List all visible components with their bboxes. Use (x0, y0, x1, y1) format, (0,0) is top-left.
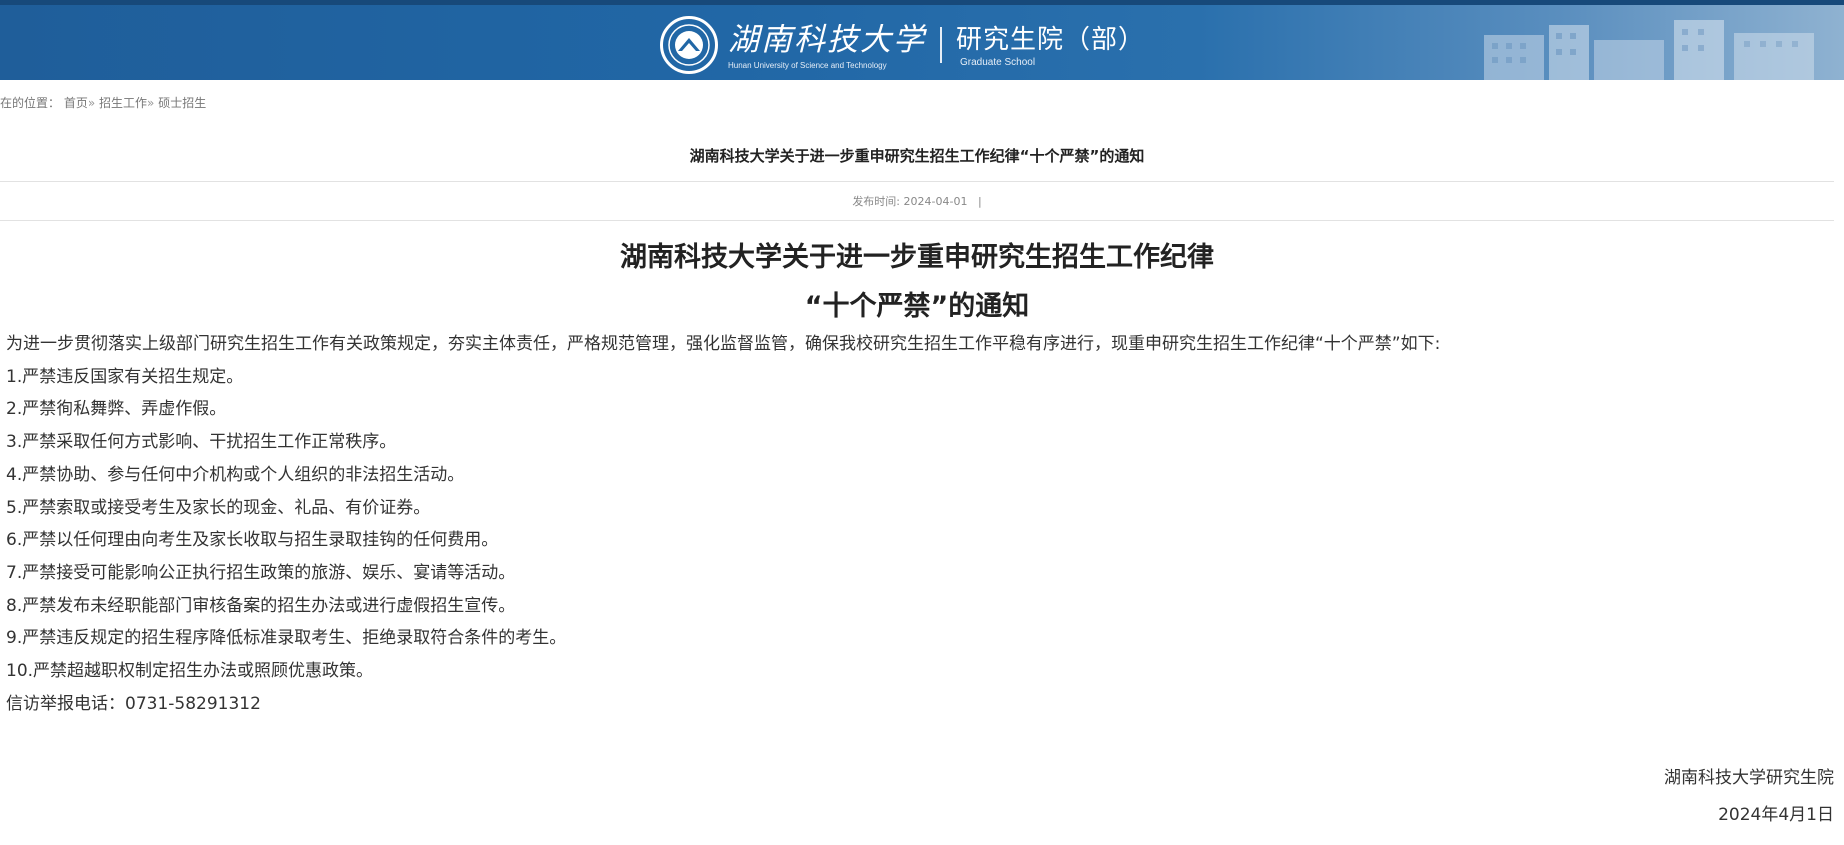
brand-divider (940, 27, 942, 63)
rule-item: 1.严禁违反国家有关招生规定。 (6, 366, 244, 387)
breadcrumb-prefix: 在的位置： (0, 96, 61, 110)
article-title: 湖南科技大学关于进一步重申研究生招生工作纪律“十个严禁”的通知 (689, 147, 1145, 165)
school-name-en: Hunan University of Science and Technolo… (728, 60, 887, 70)
breadcrumb-home-link[interactable]: 首页 (64, 96, 88, 110)
school-name-block: 湖南科技大学 Hunan University of Science and T… (728, 21, 926, 70)
document-title-line2: “十个严禁”的通知 (804, 291, 1030, 322)
breadcrumb-admissions-link[interactable]: 招生工作 (99, 96, 147, 110)
department-name: 研究生院（部） (956, 24, 1146, 55)
publish-label: 发布时间: (852, 195, 901, 208)
department-name-en: Graduate School (960, 56, 1036, 68)
site-header: 湖南科技大学 Hunan University of Science and T… (0, 0, 1844, 80)
school-name: 湖南科技大学 (728, 21, 926, 58)
site-brand[interactable]: 湖南科技大学 Hunan University of Science and T… (660, 13, 1145, 77)
divider (0, 220, 1834, 221)
document-title-line1: 湖南科技大学关于进一步重申研究生招生工作纪律 (620, 242, 1214, 273)
hotline-text: 信访举报电话：0731-58291312 (6, 693, 261, 714)
rule-item: 4.严禁协助、参与任何中介机构或个人组织的非法招生活动。 (6, 464, 465, 485)
intro-paragraph: 为进一步贯彻落实上级部门研究生招生工作有关政策规定，夯实主体责任，严格规范管理，… (6, 334, 1441, 354)
breadcrumb: 在的位置： 首页» 招生工作» 硕士招生 (0, 94, 206, 110)
signature-org: 湖南科技大学研究生院 (1664, 768, 1834, 788)
article-content: 为进一步贯彻落实上级部门研究生招生工作有关政策规定，夯实主体责任，严格规范管理，… (6, 328, 1606, 720)
publish-date: 2024-04-01 (903, 195, 968, 208)
rule-item: 8.严禁发布未经职能部门审核备案的招生办法或进行虚假招生宣传。 (6, 595, 516, 616)
rule-item: 3.严禁采取任何方式影响、干扰招生工作正常秩序。 (6, 432, 397, 453)
rule-item: 7.严禁接受可能影响公正执行招生政策的旅游、娱乐、宴请等活动。 (6, 562, 516, 583)
meta-separator: | (977, 195, 982, 208)
rule-item: 10.严禁超越职权制定招生办法或照顾优惠政策。 (6, 661, 374, 682)
rule-item: 6.严禁以任何理由向考生及家长收取与招生录取挂钩的任何费用。 (6, 530, 499, 551)
breadcrumb-masters-link[interactable]: 硕士招生 (158, 96, 206, 110)
breadcrumb-separator: » (147, 96, 155, 110)
university-seal-icon (660, 16, 718, 74)
signature-date: 2024年4月1日 (1718, 805, 1834, 825)
rule-item: 5.严禁索取或接受考生及家长的现金、礼品、有价证券。 (6, 497, 431, 518)
breadcrumb-separator: » (87, 96, 96, 110)
department-block: 研究生院（部） Graduate School (956, 23, 1145, 68)
divider (0, 181, 1834, 182)
campus-buildings-image (1484, 20, 1814, 80)
rule-item: 2.严禁徇私舞弊、弄虚作假。 (6, 399, 227, 420)
rule-item: 9.严禁违反规定的招生程序降低标准录取考生、拒绝录取符合条件的考生。 (6, 628, 567, 649)
article-meta: 发布时间: 2024-04-01 | (0, 193, 1834, 209)
